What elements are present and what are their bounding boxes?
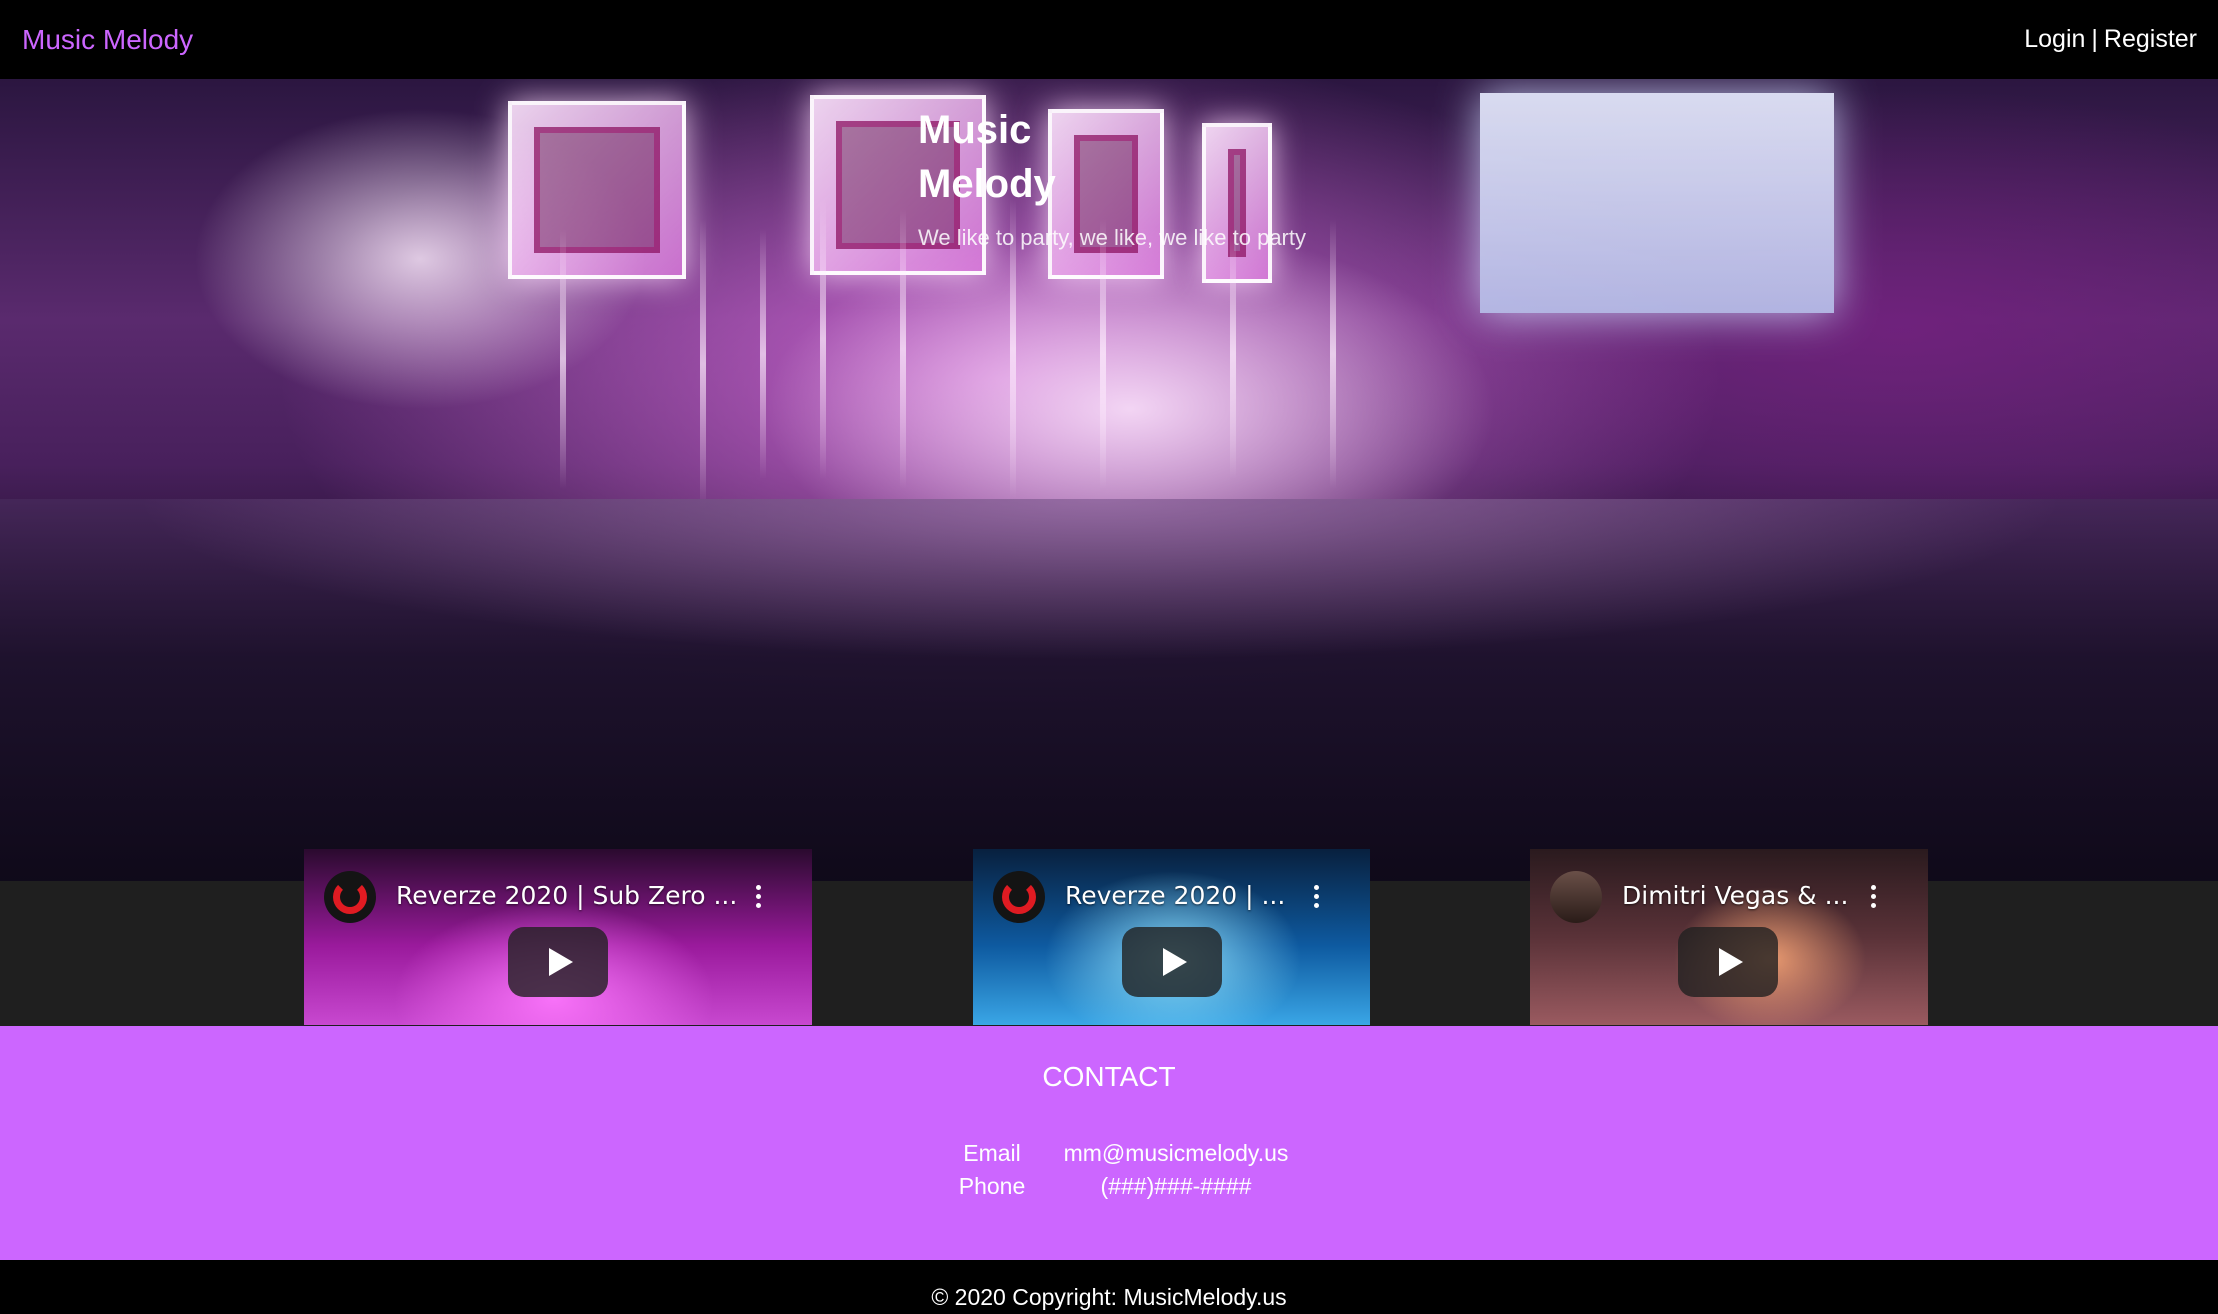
more-options-icon[interactable]: [755, 885, 761, 908]
hero-subtitle: We like to party, we like, we like to pa…: [918, 225, 1306, 250]
phone-label: Phone: [958, 1173, 1026, 1199]
footer: © 2020 Copyright: MusicMelody.us: [0, 1260, 2218, 1314]
play-icon: [1719, 948, 1743, 976]
contact-row-phone: Phone (###)###-####: [928, 1170, 1296, 1203]
copyright-text: © 2020 Copyright: MusicMelody.us: [931, 1283, 1287, 1310]
video-title[interactable]: Reverze 2020 | ...: [1065, 881, 1285, 910]
auth-separator: |: [2091, 25, 2098, 53]
play-button[interactable]: [508, 927, 608, 997]
login-link[interactable]: Login: [2024, 25, 2085, 54]
red-channel-logo-icon[interactable]: [324, 871, 376, 923]
video-title[interactable]: Reverze 2020 | Sub Zero ...: [396, 881, 737, 910]
contact-section: CONTACT Email mm@musicmelody.us Phone (#…: [0, 1026, 2218, 1260]
play-icon: [1163, 948, 1187, 976]
play-button[interactable]: [1122, 927, 1222, 997]
phone-value: (###)###-####: [1100, 1173, 1252, 1199]
artist-avatar-icon[interactable]: [1550, 871, 1602, 923]
contact-row-email: Email mm@musicmelody.us: [928, 1137, 1296, 1170]
play-icon: [549, 948, 573, 976]
play-button[interactable]: [1678, 927, 1778, 997]
brand-link[interactable]: Music Melody: [22, 24, 193, 56]
email-value[interactable]: mm@musicmelody.us: [1056, 1140, 1296, 1167]
stage-screen: [508, 101, 686, 279]
stage-video-wall: [1480, 93, 1834, 313]
hero-banner: Music Melody We like to party, we like, …: [0, 79, 2218, 881]
contact-heading: CONTACT: [1042, 1061, 1176, 1092]
register-link[interactable]: Register: [2104, 25, 2197, 54]
video-title[interactable]: Dimitri Vegas & ...: [1622, 881, 1848, 910]
red-channel-logo-icon[interactable]: [993, 871, 1045, 923]
hero-text: Music Melody We like to party, we like, …: [918, 103, 1438, 251]
video-embed-3[interactable]: Dimitri Vegas & ...: [1530, 849, 1928, 1025]
more-options-icon[interactable]: [1870, 885, 1876, 908]
email-label: Email: [963, 1140, 1021, 1166]
contact-table: Email mm@musicmelody.us Phone (###)###-#…: [928, 1137, 1296, 1203]
video-embed-1[interactable]: Reverze 2020 | Sub Zero ...: [304, 849, 812, 1025]
video-embed-2[interactable]: Reverze 2020 | ...: [973, 849, 1370, 1025]
concert-crowd-image: [0, 499, 2218, 881]
more-options-icon[interactable]: [1313, 885, 1319, 908]
top-navbar: Music Melody Login | Register: [0, 0, 2218, 79]
hero-title: Music Melody: [918, 108, 1056, 206]
auth-links: Login | Register: [2024, 25, 2197, 54]
